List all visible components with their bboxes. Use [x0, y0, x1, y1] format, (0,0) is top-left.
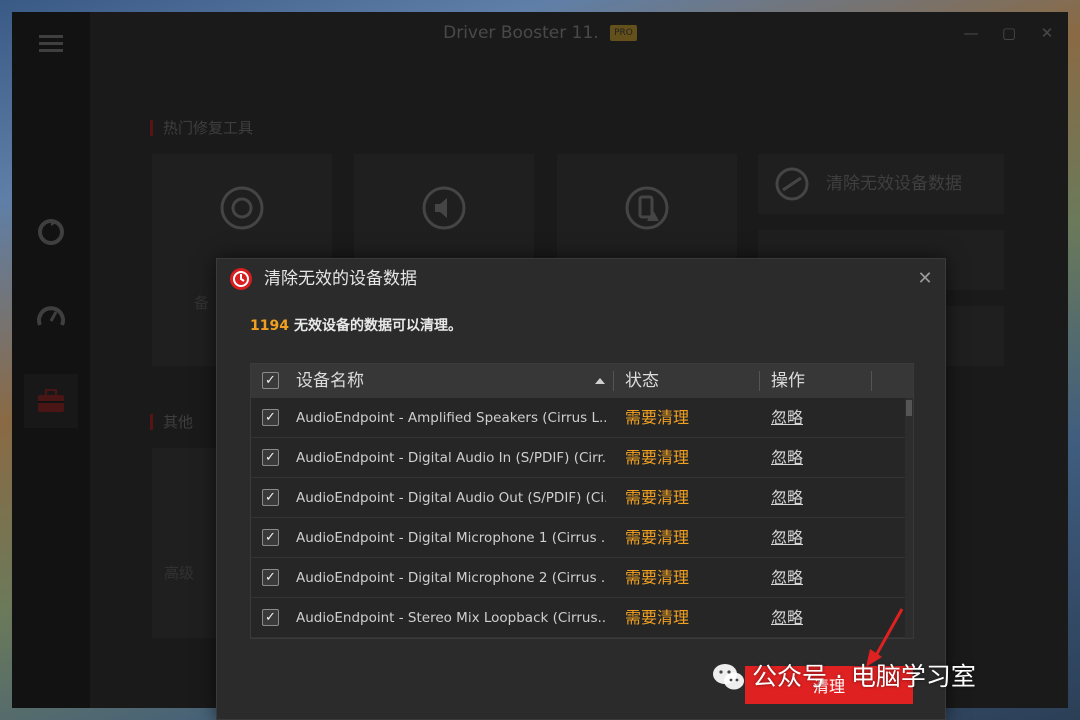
- table-row[interactable]: ✓ AudioEndpoint - Digital Audio Out (S/P…: [251, 478, 905, 518]
- device-status: 需要清理: [625, 408, 690, 427]
- device-name: AudioEndpoint - Stereo Mix Loopback (Cir…: [296, 610, 606, 626]
- select-all-checkbox[interactable]: ✓: [262, 372, 279, 389]
- table-row[interactable]: ✓ AudioEndpoint - Digital Audio In (S/PD…: [251, 438, 905, 478]
- row-checkbox[interactable]: ✓: [262, 609, 279, 626]
- scrollbar-thumb[interactable]: [906, 400, 912, 416]
- ignore-link[interactable]: 忽略: [771, 478, 803, 518]
- row-checkbox[interactable]: ✓: [262, 529, 279, 546]
- dialog-header: 清除无效的设备数据 ✕: [217, 259, 945, 299]
- dialog-summary: 1194 无效设备的数据可以清理。: [250, 315, 462, 335]
- column-divider: [871, 371, 872, 391]
- wechat-icon: [713, 664, 744, 690]
- clean-device-dialog: 清除无效的设备数据 ✕ 1194 无效设备的数据可以清理。 ✓ 设备名称 状态 操…: [216, 258, 946, 720]
- dialog-title: 清除无效的设备数据: [264, 269, 417, 289]
- column-divider: [613, 371, 614, 391]
- device-status: 需要清理: [625, 608, 690, 627]
- ignore-link[interactable]: 忽略: [771, 398, 803, 438]
- device-status: 需要清理: [625, 568, 690, 587]
- sort-arrow-icon[interactable]: [595, 378, 605, 384]
- row-checkbox[interactable]: ✓: [262, 409, 279, 426]
- column-header-status[interactable]: 状态: [625, 364, 659, 398]
- ignore-link[interactable]: 忽略: [771, 518, 803, 558]
- table-row[interactable]: ✓ AudioEndpoint - Stereo Mix Loopback (C…: [251, 598, 905, 638]
- table-row[interactable]: ✓ AudioEndpoint - Digital Microphone 1 (…: [251, 518, 905, 558]
- table-body: ✓ AudioEndpoint - Amplified Speakers (Ci…: [251, 398, 913, 638]
- watermark-text: 公众号 · 电脑学习室: [752, 662, 976, 691]
- device-name: AudioEndpoint - Digital Audio Out (S/PDI…: [296, 490, 606, 506]
- device-status: 需要清理: [625, 448, 690, 467]
- column-header-name[interactable]: 设备名称: [296, 364, 364, 398]
- column-divider: [759, 371, 760, 391]
- table-row[interactable]: ✓ AudioEndpoint - Amplified Speakers (Ci…: [251, 398, 905, 438]
- ignore-link[interactable]: 忽略: [771, 558, 803, 598]
- invalid-device-count: 1194: [250, 318, 289, 334]
- device-status: 需要清理: [625, 528, 690, 547]
- device-table: ✓ 设备名称 状态 操作 ✓ AudioEndpoint - Amplified…: [250, 363, 914, 639]
- row-checkbox[interactable]: ✓: [262, 489, 279, 506]
- ignore-link[interactable]: 忽略: [771, 598, 803, 638]
- ignore-link[interactable]: 忽略: [771, 438, 803, 478]
- close-icon[interactable]: ✕: [913, 267, 937, 291]
- summary-text: 无效设备的数据可以清理。: [293, 318, 462, 334]
- device-name: AudioEndpoint - Amplified Speakers (Cirr…: [296, 410, 606, 426]
- device-name: AudioEndpoint - Digital Audio In (S/PDIF…: [296, 450, 606, 466]
- device-name: AudioEndpoint - Digital Microphone 1 (Ci…: [296, 530, 606, 546]
- table-header: ✓ 设备名称 状态 操作: [251, 364, 913, 398]
- column-header-action[interactable]: 操作: [771, 364, 805, 398]
- device-name: AudioEndpoint - Digital Microphone 2 (Ci…: [296, 570, 606, 586]
- row-checkbox[interactable]: ✓: [262, 569, 279, 586]
- table-scrollbar[interactable]: [905, 398, 913, 638]
- app-logo-icon: [229, 267, 253, 291]
- device-status: 需要清理: [625, 488, 690, 507]
- table-row[interactable]: ✓ AudioEndpoint - Digital Microphone 2 (…: [251, 558, 905, 598]
- row-checkbox[interactable]: ✓: [262, 449, 279, 466]
